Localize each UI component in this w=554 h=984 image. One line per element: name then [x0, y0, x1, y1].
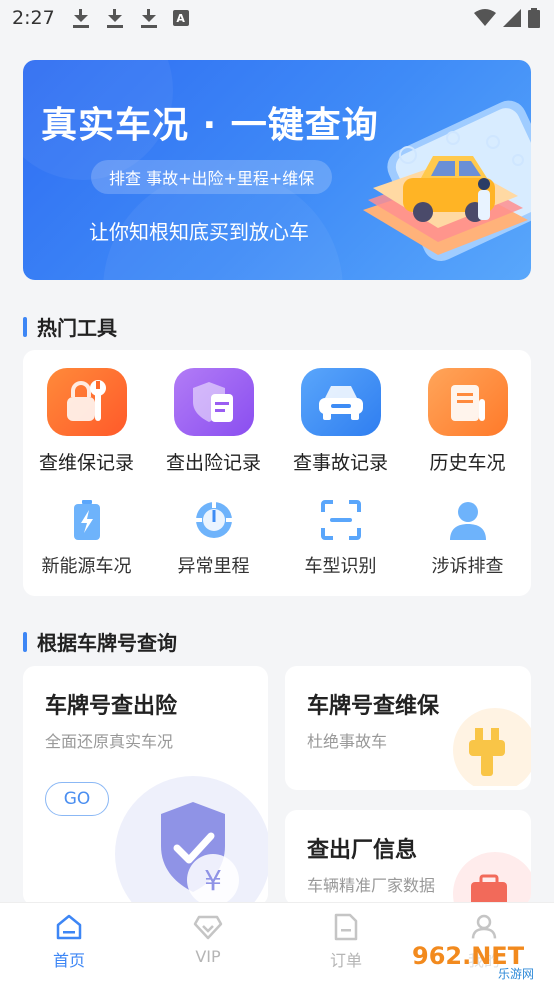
- tab-label: 首页: [52, 951, 85, 970]
- notification-a-icon: A: [172, 10, 189, 26]
- shield-yen-icon: ¥: [115, 776, 268, 906]
- tab-vip[interactable]: VIP: [148, 913, 268, 966]
- tool-label: 车型识别: [304, 556, 377, 577]
- card-subtitle: 杜绝事故车: [307, 732, 388, 751]
- download-icon: [71, 7, 91, 29]
- watermark-text: 962.NET: [412, 942, 525, 970]
- wrench-lock-icon: [46, 368, 127, 436]
- person-icon: [446, 498, 490, 542]
- tool-label: 新能源车况: [41, 556, 132, 577]
- tab-label: 订单: [329, 951, 362, 970]
- tool-label: 历史车况: [429, 452, 506, 474]
- tool-ev-condition[interactable]: 新能源车况: [23, 498, 150, 578]
- section-marker: [23, 631, 27, 652]
- tool-litigation-check[interactable]: 涉诉排查: [404, 498, 531, 578]
- card-title: 车牌号查出险: [45, 694, 178, 719]
- tool-label: 涉诉排查: [431, 556, 504, 577]
- home-icon: [56, 914, 82, 940]
- download-icon: [139, 7, 159, 29]
- status-time: 2:27: [12, 7, 55, 29]
- tab-home[interactable]: 首页: [9, 913, 129, 971]
- scan-car-icon: [319, 498, 363, 542]
- hot-tools-heading: 热门工具: [23, 312, 117, 341]
- tool-accident-record[interactable]: 查事故记录: [277, 368, 404, 475]
- tool-label: 异常里程: [177, 556, 250, 577]
- go-button[interactable]: GO: [45, 782, 109, 816]
- banner-pill: 排查 事故+出险+里程+维保: [91, 160, 333, 194]
- card-title: 车牌号查维保: [307, 694, 440, 719]
- battery-icon: [65, 498, 109, 542]
- car-icon: [300, 368, 381, 436]
- signal-icon: [503, 9, 521, 27]
- card-subtitle: 全面还原真实车况: [45, 732, 174, 751]
- site-watermark: 962.NET 乐游网: [406, 938, 546, 981]
- tool-label: 查出险记录: [165, 452, 261, 474]
- hot-tools-card: 查维保记录 查出险记录 查事故记录 历史车况 新能源车况 异常里程 车型识别 涉…: [23, 350, 531, 596]
- speedometer-icon: [192, 498, 236, 542]
- insurance-query-card[interactable]: 车牌号查出险 全面还原真实车况 GO ¥: [23, 666, 268, 906]
- tool-insurance-record[interactable]: 查出险记录: [150, 368, 277, 475]
- card-subtitle: 车辆精准厂家数据: [307, 876, 436, 895]
- wrench-icon: [453, 708, 531, 786]
- tool-model-recognition[interactable]: 车型识别: [277, 498, 404, 578]
- scroll-icon: [427, 368, 508, 436]
- plate-query-heading: 根据车牌号查询: [23, 627, 177, 656]
- promo-banner[interactable]: 真实车况 · 一键查询 排查 事故+出险+里程+维保 让你知根知底买到放心车: [23, 60, 531, 280]
- tool-abnormal-mileage[interactable]: 异常里程: [150, 498, 277, 578]
- toolbox-icon: [453, 852, 531, 906]
- download-icon: [105, 7, 125, 29]
- maintenance-query-card[interactable]: 车牌号查维保 杜绝事故车: [285, 666, 531, 790]
- shield-doc-icon: [173, 368, 254, 436]
- tool-label: 查事故记录: [292, 452, 388, 474]
- tool-maintenance-record[interactable]: 查维保记录: [23, 368, 150, 475]
- plate-query-title: 根据车牌号查询: [37, 631, 177, 655]
- document-icon: [334, 913, 358, 941]
- card-title: 查出厂信息: [307, 838, 418, 863]
- diamond-icon: [193, 915, 223, 940]
- section-marker: [23, 316, 27, 337]
- watermark-sub: 乐游网: [498, 967, 534, 981]
- battery-status-icon: [528, 8, 540, 28]
- status-bar: 2:27 A: [0, 0, 554, 36]
- svg-text:¥: ¥: [204, 864, 222, 897]
- hot-tools-title: 热门工具: [37, 316, 117, 340]
- banner-title: 真实车况 · 一键查询: [41, 105, 379, 146]
- tool-label: 查维保记录: [38, 452, 134, 474]
- banner-slogan: 让你知根知底买到放心车: [89, 220, 309, 244]
- tab-orders[interactable]: 订单: [286, 913, 406, 971]
- tab-label: VIP: [195, 947, 221, 966]
- tool-vehicle-history[interactable]: 历史车况: [404, 368, 531, 475]
- wifi-icon: [474, 9, 496, 26]
- factory-info-card[interactable]: 查出厂信息 车辆精准厂家数据: [285, 810, 531, 906]
